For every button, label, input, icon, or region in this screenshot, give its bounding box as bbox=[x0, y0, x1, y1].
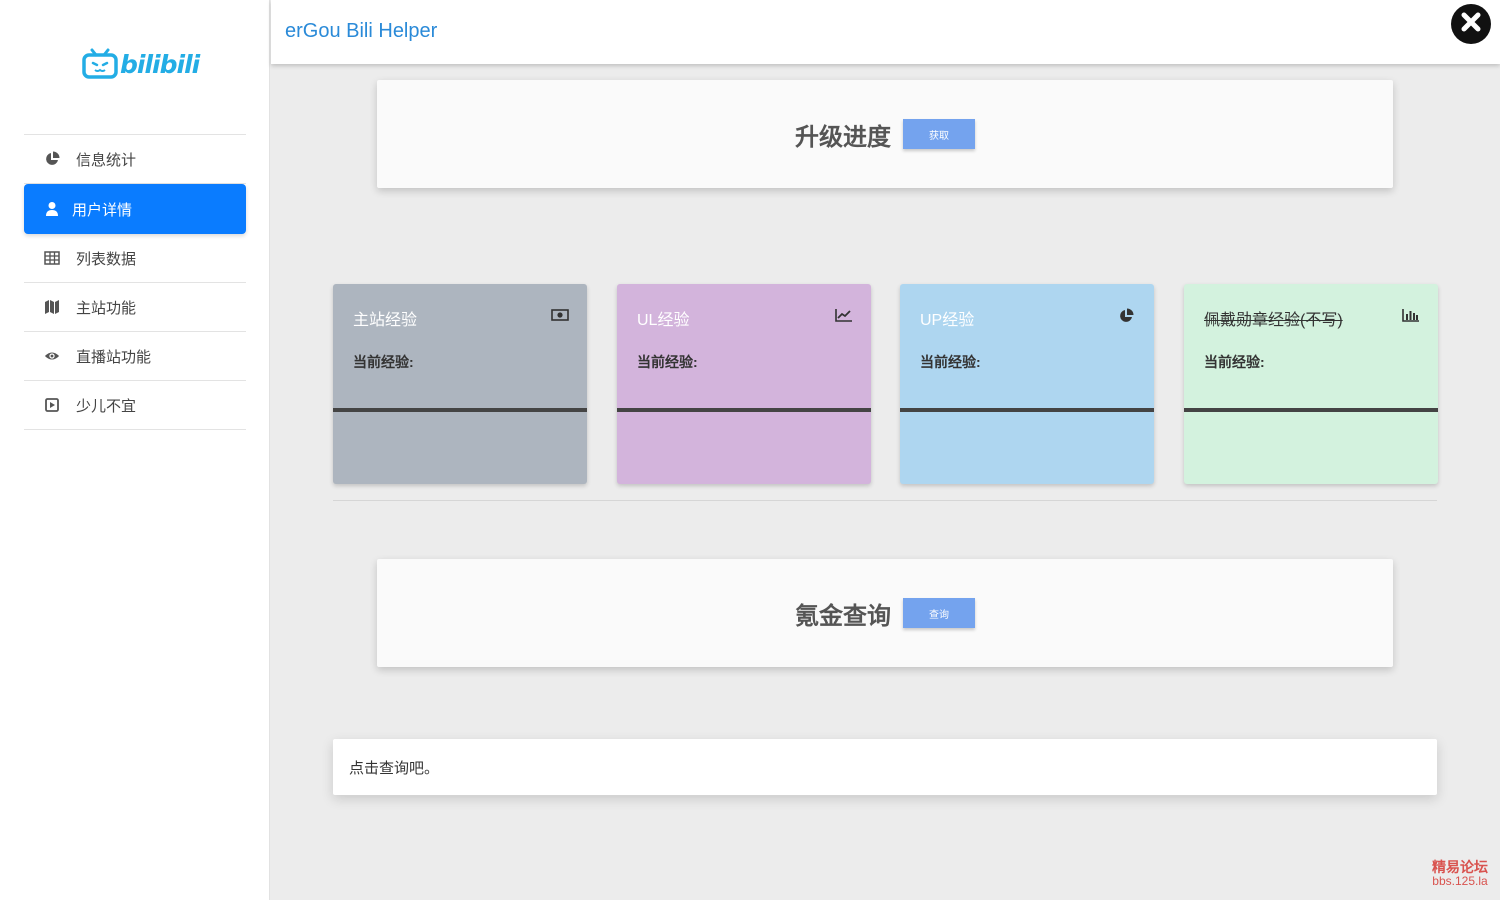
pie-chart-icon bbox=[1118, 308, 1134, 322]
card-exp-label: 当前经验: bbox=[353, 354, 414, 370]
sidebar-item-label: 列表数据 bbox=[76, 250, 137, 268]
bilibili-logo: bilibili bbox=[82, 44, 200, 84]
sidebar-nav: 信息统计 用户详情 列表数据 主站功能 直播站功能 少儿不宜 bbox=[24, 134, 246, 430]
user-icon bbox=[44, 201, 60, 217]
result-box: 点击查询吧。 bbox=[333, 739, 1437, 795]
query-panel: 氪金查询 查询 bbox=[377, 559, 1393, 667]
sidebar-item-label: 主站功能 bbox=[76, 299, 137, 317]
line-chart-icon bbox=[835, 308, 852, 322]
fetch-button[interactable]: 获取 bbox=[903, 119, 975, 149]
card-progress-bar bbox=[1184, 408, 1438, 412]
card-main-site-exp: 主站经验 当前经验: bbox=[333, 284, 587, 484]
result-text: 点击查询吧。 bbox=[349, 759, 440, 777]
query-button[interactable]: 查询 bbox=[903, 598, 975, 628]
card-exp-label: 当前经验: bbox=[1204, 354, 1265, 370]
upgrade-title: 升级进度 bbox=[795, 123, 891, 151]
card-progress-bar bbox=[333, 408, 587, 412]
divider bbox=[333, 500, 1437, 501]
card-progress-bar bbox=[900, 408, 1154, 412]
sidebar-item-label: 信息统计 bbox=[76, 151, 137, 169]
card-title: 佩戴勋章经验(不写) bbox=[1204, 312, 1343, 329]
sidebar: bilibili 信息统计 用户详情 列表数据 主站功能 直播站功能 少儿不宜 bbox=[0, 0, 270, 900]
app-title: erGou Bili Helper bbox=[285, 20, 438, 42]
close-button[interactable] bbox=[1451, 4, 1491, 44]
sidebar-item-live-site[interactable]: 直播站功能 bbox=[24, 332, 246, 381]
map-icon bbox=[44, 299, 60, 315]
sidebar-item-list-data[interactable]: 列表数据 bbox=[24, 234, 246, 283]
card-ul-exp: UL经验 当前经验: bbox=[617, 284, 871, 484]
watermark: 精易论坛 bbs.125.la bbox=[1432, 860, 1488, 888]
sidebar-item-label: 直播站功能 bbox=[76, 348, 152, 366]
pie-chart-icon bbox=[44, 151, 60, 167]
sidebar-item-label: 少儿不宜 bbox=[76, 397, 137, 415]
card-progress-bar bbox=[617, 408, 871, 412]
sidebar-item-info-stats[interactable]: 信息统计 bbox=[24, 135, 246, 184]
card-title: UL经验 bbox=[637, 312, 690, 329]
sidebar-item-main-site[interactable]: 主站功能 bbox=[24, 283, 246, 332]
card-title: UP经验 bbox=[920, 312, 975, 329]
watermark-line1: 精易论坛 bbox=[1432, 859, 1488, 875]
upgrade-panel: 升级进度 获取 bbox=[377, 80, 1393, 188]
tv-logo-icon bbox=[82, 48, 118, 80]
eye-icon bbox=[44, 348, 60, 364]
card-medal-exp: 佩戴勋章经验(不写) 当前经验: bbox=[1184, 284, 1438, 484]
money-icon bbox=[551, 308, 569, 322]
play-square-icon bbox=[44, 397, 60, 413]
query-title: 氪金查询 bbox=[795, 602, 891, 630]
card-up-exp: UP经验 当前经验: bbox=[900, 284, 1154, 484]
app-header: erGou Bili Helper bbox=[271, 0, 1500, 64]
sidebar-item-label: 用户详情 bbox=[72, 201, 133, 219]
table-icon bbox=[44, 250, 60, 266]
card-exp-label: 当前经验: bbox=[637, 354, 698, 370]
watermark-line2: bbs.125.la bbox=[1432, 874, 1488, 888]
logo-text: bilibili bbox=[120, 49, 200, 79]
close-icon bbox=[1460, 11, 1482, 38]
sidebar-item-adult[interactable]: 少儿不宜 bbox=[24, 381, 246, 430]
sidebar-item-user-details[interactable]: 用户详情 bbox=[24, 184, 246, 234]
card-title: 主站经验 bbox=[353, 312, 418, 329]
card-exp-label: 当前经验: bbox=[920, 354, 981, 370]
bar-chart-icon bbox=[1402, 308, 1419, 322]
